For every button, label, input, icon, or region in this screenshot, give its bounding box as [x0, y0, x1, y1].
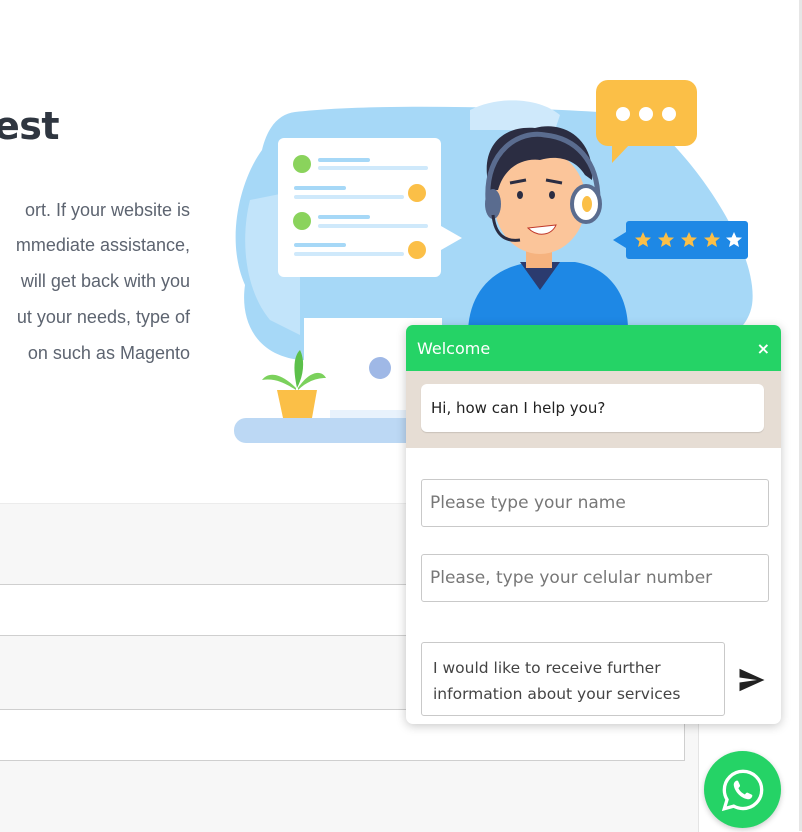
paragraph-line: mmediate assistance,	[15, 235, 190, 255]
send-icon[interactable]	[737, 665, 767, 695]
greeting-message: Hi, how can I help you?	[421, 384, 764, 432]
whatsapp-icon	[721, 769, 763, 811]
close-button[interactable]: ×	[757, 339, 770, 358]
message-input[interactable]	[421, 642, 725, 716]
chat-popup: Welcome × Hi, how can I help you?	[406, 325, 781, 724]
rating-badge-icon	[613, 221, 748, 259]
chat-title: Welcome	[417, 338, 491, 358]
paragraph-line: ort. If your website is	[24, 200, 190, 220]
chat-messages: Hi, how can I help you?	[406, 371, 781, 448]
checklist-card-icon	[278, 138, 462, 277]
phone-input[interactable]	[421, 554, 769, 602]
paragraph-line: ut your needs, type of	[16, 307, 190, 327]
section-heading: est	[0, 104, 60, 148]
name-input[interactable]	[421, 479, 769, 527]
whatsapp-button[interactable]	[704, 751, 781, 828]
chat-header: Welcome ×	[406, 325, 781, 371]
paragraph-line: on such as Magento	[27, 343, 190, 363]
paragraph-line: will get back with you	[20, 271, 190, 291]
